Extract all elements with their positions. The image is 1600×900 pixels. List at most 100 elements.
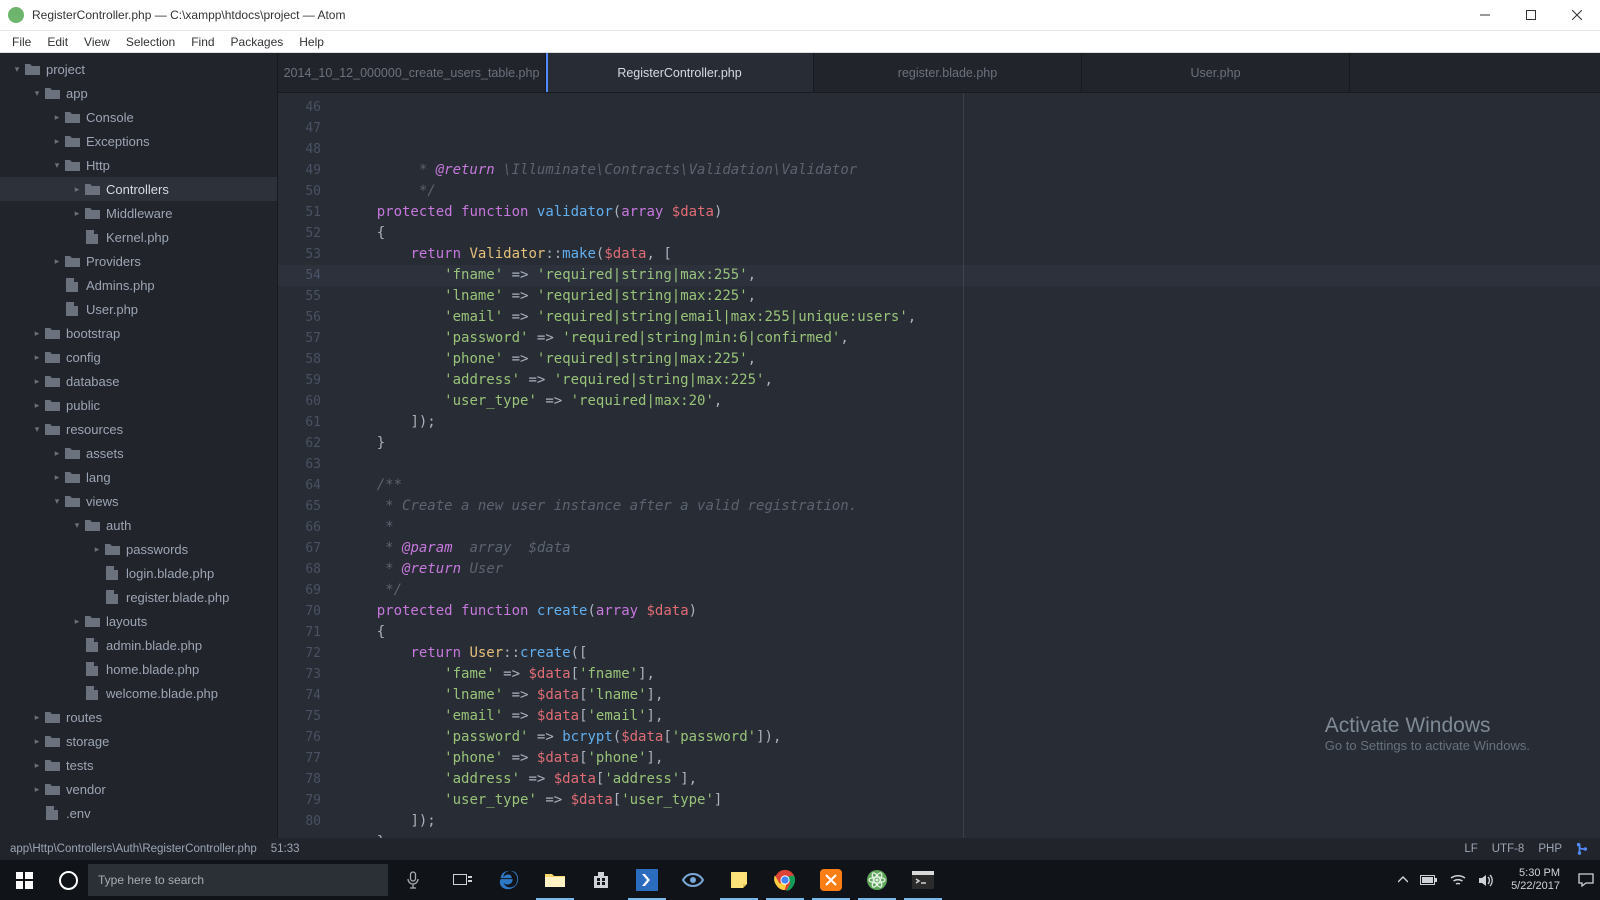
tree-folder-public[interactable]: ▸public	[0, 393, 277, 417]
code-line[interactable]: 'fame' => $data['fname'],	[343, 664, 1600, 685]
action-center-icon[interactable]	[1578, 872, 1594, 888]
tab-2014-10-12-000000-create-users-table-php[interactable]: 2014_10_12_000000_create_users_table.php	[278, 53, 546, 92]
code-content[interactable]: * @return \Illuminate\Contracts\Validati…	[333, 93, 1600, 838]
terminal-icon[interactable]	[900, 860, 946, 900]
code-line[interactable]: {	[343, 622, 1600, 643]
code-line[interactable]: * @return \Illuminate\Contracts\Validati…	[343, 160, 1600, 181]
tree-folder-layouts[interactable]: ▸layouts	[0, 609, 277, 633]
file-tree-sidebar[interactable]: ▾project▾app▸Console▸Exceptions▾Http▸Con…	[0, 53, 278, 838]
code-line[interactable]: 'lname' => 'requried|string|max:225',	[343, 286, 1600, 307]
status-file-path[interactable]: app\Http\Controllers\Auth\RegisterContro…	[10, 843, 257, 855]
tree-file-register-blade-php[interactable]: register.blade.php	[0, 585, 277, 609]
window-maximize-button[interactable]	[1508, 0, 1554, 30]
status-cursor-position[interactable]: 51:33	[271, 843, 300, 855]
code-line[interactable]: * @return User	[343, 559, 1600, 580]
code-line[interactable]: }	[343, 433, 1600, 454]
code-line[interactable]: 'address' => 'required|string|max:225',	[343, 370, 1600, 391]
tree-file-admin-blade-php[interactable]: admin.blade.php	[0, 633, 277, 657]
tree-folder-lang[interactable]: ▸lang	[0, 465, 277, 489]
tray-battery-icon[interactable]	[1420, 875, 1438, 886]
cortana-button[interactable]	[48, 871, 88, 890]
status-encoding[interactable]: UTF-8	[1492, 843, 1525, 855]
code-line[interactable]: * Create a new user instance after a val…	[343, 496, 1600, 517]
menu-help[interactable]: Help	[291, 32, 332, 52]
tree-folder-console[interactable]: ▸Console	[0, 105, 277, 129]
code-line[interactable]: /**	[343, 475, 1600, 496]
chrome-icon[interactable]	[762, 860, 808, 900]
tree-folder-database[interactable]: ▸database	[0, 369, 277, 393]
status-line-ending[interactable]: LF	[1464, 843, 1477, 855]
code-line[interactable]: 'email' => $data['email'],	[343, 706, 1600, 727]
code-line[interactable]: 'user_type' => $data['user_type']	[343, 790, 1600, 811]
code-line[interactable]: 'address' => $data['address'],	[343, 769, 1600, 790]
tree-file-login-blade-php[interactable]: login.blade.php	[0, 561, 277, 585]
code-line[interactable]: protected function create(array $data)	[343, 601, 1600, 622]
code-line[interactable]: protected function validator(array $data…	[343, 202, 1600, 223]
code-line[interactable]: 'password' => 'required|string|min:6|con…	[343, 328, 1600, 349]
app-icon-blue[interactable]	[624, 860, 670, 900]
tray-wifi-icon[interactable]	[1450, 874, 1466, 886]
tree-folder-views[interactable]: ▾views	[0, 489, 277, 513]
code-line[interactable]: 'email' => 'required|string|email|max:25…	[343, 307, 1600, 328]
start-button[interactable]	[0, 860, 48, 900]
code-line[interactable]: 'password' => bcrypt($data['password']),	[343, 727, 1600, 748]
code-line[interactable]: ]);	[343, 412, 1600, 433]
menu-selection[interactable]: Selection	[118, 32, 183, 52]
tree-file-welcome-blade-php[interactable]: welcome.blade.php	[0, 681, 277, 705]
tree-folder-assets[interactable]: ▸assets	[0, 441, 277, 465]
code-line[interactable]: 'fname' => 'required|string|max:255',	[343, 265, 1600, 286]
tree-folder-controllers[interactable]: ▸Controllers	[0, 177, 277, 201]
tree-folder-app[interactable]: ▾app	[0, 81, 277, 105]
tree-file-admins-php[interactable]: Admins.php	[0, 273, 277, 297]
menu-packages[interactable]: Packages	[223, 32, 292, 52]
file-explorer-icon[interactable]	[532, 860, 578, 900]
tree-file-kernel-php[interactable]: Kernel.php	[0, 225, 277, 249]
tree-folder-auth[interactable]: ▾auth	[0, 513, 277, 537]
tree-folder-bootstrap[interactable]: ▸bootstrap	[0, 321, 277, 345]
window-minimize-button[interactable]	[1462, 0, 1508, 30]
tree-file-user-php[interactable]: User.php	[0, 297, 277, 321]
code-line[interactable]: return Validator::make($data, [	[343, 244, 1600, 265]
menu-find[interactable]: Find	[183, 32, 222, 52]
code-line[interactable]: 'phone' => 'required|string|max:225',	[343, 349, 1600, 370]
tree-folder-http[interactable]: ▾Http	[0, 153, 277, 177]
tree-folder-vendor[interactable]: ▸vendor	[0, 777, 277, 801]
tree-folder-providers[interactable]: ▸Providers	[0, 249, 277, 273]
tree-folder-tests[interactable]: ▸tests	[0, 753, 277, 777]
status-grammar[interactable]: PHP	[1538, 843, 1562, 855]
tree-folder-config[interactable]: ▸config	[0, 345, 277, 369]
tree-folder-routes[interactable]: ▸routes	[0, 705, 277, 729]
tree-folder-resources[interactable]: ▾resources	[0, 417, 277, 441]
menu-view[interactable]: View	[76, 32, 118, 52]
code-line[interactable]: */	[343, 580, 1600, 601]
code-line[interactable]: 'lname' => $data['lname'],	[343, 685, 1600, 706]
code-line[interactable]: {	[343, 223, 1600, 244]
tree-folder-storage[interactable]: ▸storage	[0, 729, 277, 753]
code-line[interactable]: }	[343, 832, 1600, 838]
code-line[interactable]: 'phone' => $data['phone'],	[343, 748, 1600, 769]
code-line[interactable]: *	[343, 517, 1600, 538]
store-icon[interactable]	[578, 860, 624, 900]
atom-app-icon[interactable]	[854, 860, 900, 900]
app-icon-eye[interactable]	[670, 860, 716, 900]
git-status-icon[interactable]	[1576, 842, 1590, 856]
tray-volume-icon[interactable]	[1478, 874, 1493, 887]
tab-registercontroller-php[interactable]: RegisterController.php	[546, 53, 814, 92]
tree-folder-exceptions[interactable]: ▸Exceptions	[0, 129, 277, 153]
window-close-button[interactable]	[1554, 0, 1600, 30]
code-line[interactable]: 'user_type' => 'required|max:20',	[343, 391, 1600, 412]
code-line[interactable]: */	[343, 181, 1600, 202]
tree-file-home-blade-php[interactable]: home.blade.php	[0, 657, 277, 681]
code-line[interactable]: return User::create([	[343, 643, 1600, 664]
taskbar-clock[interactable]: 5:30 PM 5/22/2017	[1505, 867, 1566, 893]
tree-file--env[interactable]: .env	[0, 801, 277, 825]
tab-user-php[interactable]: User.php	[1082, 53, 1350, 92]
tree-folder-passwords[interactable]: ▸passwords	[0, 537, 277, 561]
code-editor[interactable]: 4647484950515253545556575859606162636465…	[278, 93, 1600, 838]
edge-browser-icon[interactable]	[486, 860, 532, 900]
xampp-icon[interactable]	[808, 860, 854, 900]
tree-folder-middleware[interactable]: ▸Middleware	[0, 201, 277, 225]
taskbar-search-input[interactable]: Type here to search	[88, 864, 388, 896]
code-line[interactable]	[343, 454, 1600, 475]
menu-file[interactable]: File	[4, 32, 39, 52]
